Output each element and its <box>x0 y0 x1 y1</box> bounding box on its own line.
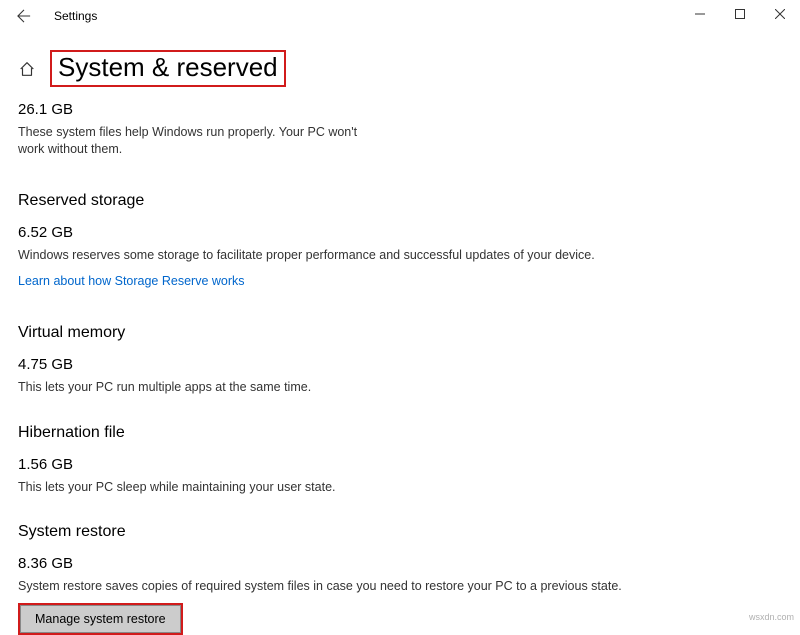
reserved-storage-size: 6.52 GB <box>18 224 782 241</box>
close-button[interactable] <box>760 0 800 28</box>
minimize-button[interactable] <box>680 0 720 28</box>
reserved-storage-desc: Windows reserves some storage to facilit… <box>18 247 638 264</box>
virtual-memory-desc: This lets your PC run multiple apps at t… <box>18 379 638 396</box>
close-icon <box>775 9 785 19</box>
home-icon[interactable] <box>18 60 36 78</box>
app-title: Settings <box>54 9 97 23</box>
manage-system-restore-button[interactable]: Manage system restore <box>20 605 181 633</box>
maximize-button[interactable] <box>720 0 760 28</box>
page-title-highlight: System & reserved <box>50 50 286 87</box>
minimize-icon <box>695 9 705 19</box>
virtual-memory-heading: Virtual memory <box>18 324 782 342</box>
system-files-size: 26.1 GB <box>18 101 782 118</box>
page-title: System & reserved <box>58 52 278 83</box>
manage-restore-highlight: Manage system restore <box>18 603 183 635</box>
virtual-memory-size: 4.75 GB <box>18 356 782 373</box>
storage-reserve-link[interactable]: Learn about how Storage Reserve works <box>18 274 245 288</box>
system-files-desc: These system files help Windows run prop… <box>18 124 378 158</box>
system-restore-desc: System restore saves copies of required … <box>18 578 638 595</box>
watermark: wsxdn.com <box>749 612 794 622</box>
hibernation-desc: This lets your PC sleep while maintainin… <box>18 479 638 496</box>
titlebar: Settings <box>0 0 800 32</box>
reserved-storage-heading: Reserved storage <box>18 192 782 210</box>
hibernation-heading: Hibernation file <box>18 424 782 442</box>
system-restore-heading: System restore <box>18 523 782 541</box>
window-controls <box>680 0 800 28</box>
maximize-icon <box>735 9 745 19</box>
back-arrow-icon <box>17 9 31 23</box>
content-area: System & reserved 26.1 GB These system f… <box>0 32 800 635</box>
hibernation-size: 1.56 GB <box>18 456 782 473</box>
system-restore-size: 8.36 GB <box>18 555 782 572</box>
back-button[interactable] <box>8 0 40 32</box>
header-row: System & reserved <box>18 50 782 87</box>
